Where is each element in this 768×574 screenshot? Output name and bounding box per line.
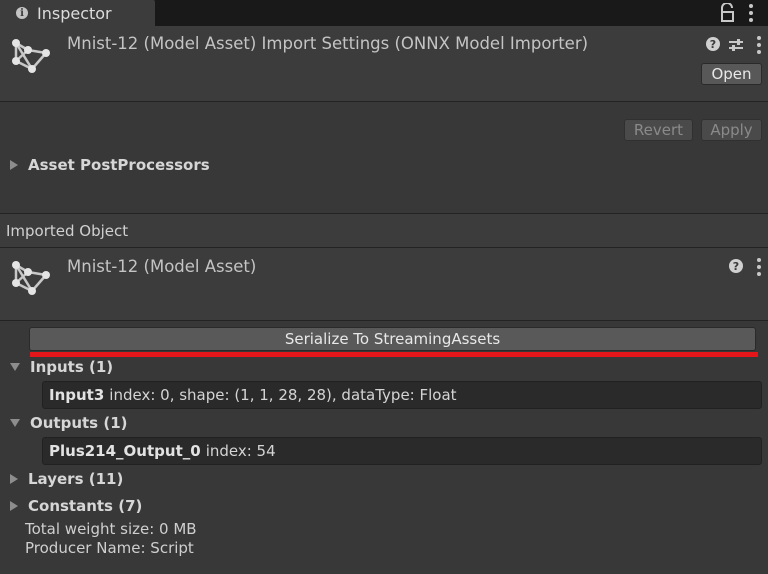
model-asset-icon [12,39,50,73]
lock-icon[interactable] [718,3,736,23]
inputs-foldout[interactable]: Inputs (1) [10,358,113,376]
output-item: Plus214_Output_0 index: 54 [42,437,762,465]
expand-arrow-icon [10,474,18,484]
producer-name: Producer Name: Script [25,539,194,557]
imported-object-bar: Imported Object [0,213,768,248]
info-icon: i [16,7,28,19]
input-name: Input3 [49,386,105,404]
help-icon[interactable]: ? [729,259,743,273]
tab-inspector[interactable]: i Inspector [0,0,155,26]
layers-foldout[interactable]: Layers (11) [10,470,123,488]
serialize-to-streamingassets-button[interactable]: Serialize To StreamingAssets [29,327,756,351]
collapse-arrow-icon [10,419,20,427]
expand-arrow-icon [10,160,18,170]
input-detail: index: 0, shape: (1, 1, 28, 28), dataTyp… [109,386,457,404]
collapse-arrow-icon [10,363,20,371]
import-settings-title: Mnist-12 (Model Asset) Import Settings (… [67,34,589,53]
asset-postprocessors-label: Asset PostProcessors [28,156,210,174]
open-button[interactable]: Open [701,63,762,85]
tab-inspector-label: Inspector [37,3,112,23]
import-settings-header: Mnist-12 (Model Asset) Import Settings (… [0,26,768,102]
inputs-label: Inputs (1) [30,358,114,376]
input-item: Input3 index: 0, shape: (1, 1, 28, 28), … [42,381,762,409]
help-icon[interactable]: ? [706,37,720,51]
imported-object-label: Imported Object [6,222,129,240]
expand-arrow-icon [10,501,18,511]
model-asset-icon [12,261,50,295]
presets-icon[interactable] [728,38,744,52]
apply-button[interactable]: Apply [701,119,762,141]
outputs-label: Outputs (1) [30,414,128,432]
output-detail: index: 54 [205,442,276,460]
constants-label: Constants (7) [28,497,143,515]
imported-object-title: Mnist-12 (Model Asset) [67,257,257,276]
imported-object-header: Mnist-12 (Model Asset) ? [0,248,768,321]
layers-label: Layers (11) [28,470,124,488]
total-weight-size: Total weight size: 0 MB [25,520,197,538]
asset-postprocessors-foldout[interactable]: Asset PostProcessors [10,156,210,174]
tab-bar: i Inspector [0,0,768,26]
revert-button[interactable]: Revert [624,119,693,141]
output-name: Plus214_Output_0 [49,442,201,460]
outputs-foldout[interactable]: Outputs (1) [10,414,128,432]
imported-object-menu-icon[interactable] [756,258,762,276]
constants-foldout[interactable]: Constants (7) [10,497,142,515]
tab-menu-icon[interactable] [748,4,754,22]
header-menu-icon[interactable] [756,36,762,54]
highlight-underline [30,352,758,357]
